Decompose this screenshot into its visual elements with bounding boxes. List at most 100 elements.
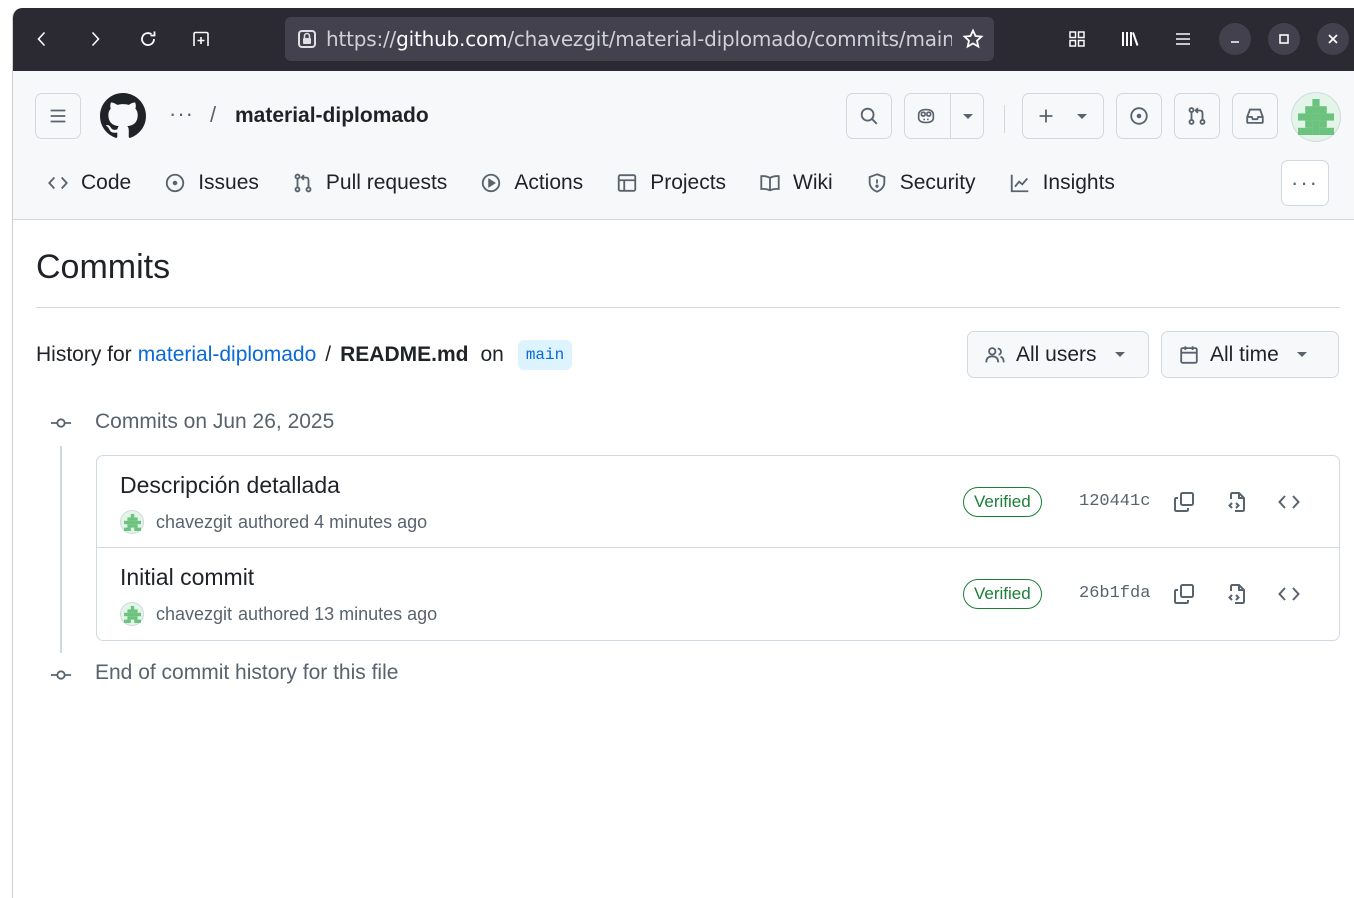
calendar-icon (1180, 345, 1198, 364)
maximize-button[interactable] (1268, 23, 1300, 55)
tab-label: Pull requests (325, 171, 448, 194)
graph-icon (1010, 174, 1028, 193)
close-button[interactable] (1317, 23, 1349, 55)
shield-icon (868, 173, 885, 193)
tab-label: Actions (514, 171, 584, 194)
global-menu-button[interactable] (35, 93, 81, 139)
history-for-label: History for (36, 343, 132, 366)
tab-security[interactable]: Security (854, 162, 988, 204)
play-icon (482, 173, 501, 193)
browse-repo-button[interactable] (1275, 580, 1303, 608)
tab-actions[interactable]: Actions (468, 162, 595, 204)
breadcrumb-overflow[interactable]: ··· (169, 101, 194, 127)
author-avatar[interactable] (120, 510, 144, 534)
tab-label: Security (899, 171, 976, 194)
chevron-down-icon (1077, 114, 1087, 119)
tab-label: Wiki (793, 171, 833, 194)
commit-group-date: Commits on Jun 26, 2025 (95, 410, 335, 433)
hamburger-icon (1176, 33, 1190, 45)
history-breadcrumb: History for material-diplomado / README.… (36, 340, 573, 370)
verified-badge[interactable]: Verified (963, 487, 1042, 517)
verified-badge[interactable]: Verified (963, 579, 1042, 609)
commit-meta: chavezgit authored 13 minutes ago (120, 602, 437, 626)
github-logo-icon[interactable] (100, 93, 146, 139)
commit-title-link[interactable]: Descripción detallada (120, 472, 340, 499)
author-link[interactable]: chavezgit (156, 512, 232, 533)
table-icon (618, 174, 637, 192)
plus-icon (1039, 109, 1053, 123)
file-name: README.md (340, 343, 469, 366)
minimize-button[interactable] (1219, 23, 1251, 55)
commit-time: authored 4 minutes ago (238, 511, 428, 532)
commit-title-link[interactable]: Initial commit (120, 564, 254, 591)
back-button[interactable] (27, 24, 57, 54)
inbox-icon (1246, 108, 1264, 124)
address-bar[interactable]: https://github.com/chavezgit/material-di… (285, 17, 994, 61)
tab-label: Projects (650, 171, 727, 194)
tab-label: Insights (1042, 171, 1115, 194)
forward-button[interactable] (80, 24, 110, 54)
identicon-icon (123, 513, 141, 531)
copy-sha-button[interactable] (1170, 488, 1198, 516)
repo-name-link[interactable]: material-diplomado (235, 104, 429, 128)
maximize-icon (1279, 34, 1289, 44)
more-tabs-button[interactable]: ··· (1281, 160, 1329, 206)
repo-link[interactable]: material-diplomado (138, 343, 317, 367)
title-divider (36, 307, 1340, 308)
code-icon (48, 176, 68, 190)
tab-label: Issues (198, 171, 259, 194)
browse-repo-button[interactable] (1275, 488, 1303, 516)
new-tab-button[interactable] (186, 24, 216, 54)
commit-list: Descripción detallada chavezgit authored… (96, 455, 1340, 641)
page-title: Commits (36, 248, 171, 286)
menu-button[interactable] (1168, 24, 1198, 54)
search-button[interactable] (846, 93, 892, 139)
copilot-dropdown-caret[interactable] (963, 114, 973, 119)
bookmark-star-icon[interactable] (962, 28, 984, 50)
branch-badge[interactable]: main (517, 340, 573, 370)
code-icon (1278, 495, 1300, 509)
github-header: ··· / material-diplomado Code Issues Pul… (13, 71, 1354, 220)
issue-icon (166, 173, 185, 193)
user-avatar[interactable] (1291, 92, 1341, 142)
create-new-button[interactable] (1022, 93, 1104, 139)
git-commit-icon (50, 418, 72, 428)
copilot-button[interactable] (904, 93, 984, 139)
extensions-button[interactable] (1062, 24, 1092, 54)
users-filter-button[interactable]: All users (967, 331, 1149, 378)
commit-row: Initial commit chavezgit authored 13 min… (97, 548, 1339, 640)
pull-request-icon (1188, 107, 1206, 125)
view-file-button[interactable] (1223, 580, 1251, 608)
tab-pull-requests[interactable]: Pull requests (280, 162, 459, 204)
identicon-icon (1298, 99, 1334, 135)
time-filter-button[interactable]: All time (1161, 331, 1339, 378)
header-divider (1004, 105, 1005, 133)
tab-issues[interactable]: Issues (152, 162, 271, 204)
author-link[interactable]: chavezgit (156, 604, 232, 625)
tab-insights[interactable]: Insights (997, 162, 1127, 204)
tab-wiki[interactable]: Wiki (747, 162, 845, 204)
chevron-down-icon (1114, 352, 1125, 357)
breadcrumb-separator: / (210, 102, 217, 127)
identicon-icon (123, 605, 141, 623)
timeline-line (60, 446, 62, 653)
search-icon (860, 107, 878, 125)
author-avatar[interactable] (120, 602, 144, 626)
copy-sha-button[interactable] (1170, 580, 1198, 608)
commit-sha-link[interactable]: 26b1fda (1079, 584, 1150, 603)
view-file-button[interactable] (1223, 488, 1251, 516)
book-icon (760, 175, 780, 192)
repo-tabs: Code Issues Pull requests Actions Projec… (35, 160, 1136, 206)
tab-label: Code (81, 171, 132, 194)
inbox-button[interactable] (1232, 93, 1278, 139)
commit-sha-link[interactable]: 120441c (1079, 492, 1150, 511)
code-icon (1278, 587, 1300, 601)
people-icon (985, 346, 1005, 362)
pull-requests-button[interactable] (1174, 93, 1220, 139)
tab-code[interactable]: Code (35, 162, 143, 204)
library-button[interactable] (1115, 24, 1145, 54)
tab-projects[interactable]: Projects (604, 162, 738, 204)
issues-button[interactable] (1116, 93, 1162, 139)
pull-request-icon (294, 173, 312, 193)
reload-button[interactable] (133, 24, 163, 54)
